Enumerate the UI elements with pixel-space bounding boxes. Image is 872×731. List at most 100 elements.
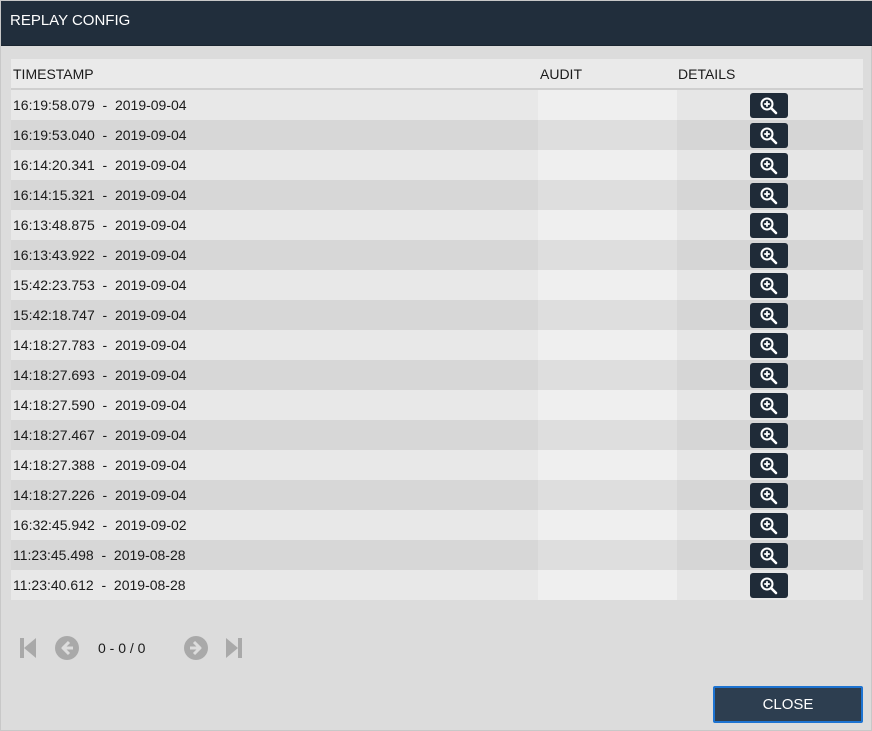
details-button[interactable] bbox=[750, 183, 788, 208]
audit-cell bbox=[538, 180, 677, 210]
audit-cell bbox=[538, 450, 677, 480]
details-cell bbox=[677, 210, 863, 240]
replay-table: TIMESTAMP AUDIT DETAILS 16:19:58.079 - 2… bbox=[11, 59, 863, 600]
timestamp-cell: 16:13:43.922 - 2019-09-04 bbox=[13, 247, 187, 263]
details-button[interactable] bbox=[750, 213, 788, 238]
table-row[interactable]: 14:18:27.388 - 2019-09-04 bbox=[11, 450, 863, 480]
timestamp-cell: 16:13:48.875 - 2019-09-04 bbox=[13, 217, 187, 233]
details-cell bbox=[677, 450, 863, 480]
zoom-in-icon bbox=[759, 156, 779, 176]
audit-cell bbox=[538, 360, 677, 390]
audit-cell bbox=[538, 510, 677, 540]
timestamp-cell: 14:18:27.467 - 2019-09-04 bbox=[13, 427, 187, 443]
zoom-in-icon bbox=[759, 366, 779, 386]
zoom-in-icon bbox=[759, 486, 779, 506]
audit-cell bbox=[538, 150, 677, 180]
details-cell bbox=[677, 120, 863, 150]
zoom-in-icon bbox=[759, 306, 779, 326]
table-row[interactable]: 16:14:20.341 - 2019-09-04 bbox=[11, 150, 863, 180]
details-button[interactable] bbox=[750, 273, 788, 298]
audit-cell bbox=[538, 420, 677, 450]
table-row[interactable]: 11:23:40.612 - 2019-08-28 bbox=[11, 570, 863, 600]
details-cell bbox=[677, 270, 863, 300]
details-button[interactable] bbox=[750, 453, 788, 478]
table-row[interactable]: 15:42:23.753 - 2019-09-04 bbox=[11, 270, 863, 300]
timestamp-cell: 16:14:20.341 - 2019-09-04 bbox=[13, 157, 187, 173]
details-cell bbox=[677, 150, 863, 180]
table-row[interactable]: 16:13:48.875 - 2019-09-04 bbox=[11, 210, 863, 240]
audit-cell bbox=[538, 270, 677, 300]
zoom-in-icon bbox=[759, 126, 779, 146]
table-row[interactable]: 16:14:15.321 - 2019-09-04 bbox=[11, 180, 863, 210]
details-button[interactable] bbox=[750, 393, 788, 418]
column-header-details[interactable]: DETAILS bbox=[678, 59, 735, 89]
first-page-icon[interactable] bbox=[19, 636, 37, 665]
table-row[interactable]: 15:42:18.747 - 2019-09-04 bbox=[11, 300, 863, 330]
timestamp-cell: 14:18:27.226 - 2019-09-04 bbox=[13, 487, 187, 503]
audit-cell bbox=[538, 480, 677, 510]
audit-cell bbox=[538, 210, 677, 240]
column-header-timestamp[interactable]: TIMESTAMP bbox=[13, 59, 94, 89]
table-body: 16:19:58.079 - 2019-09-04 16:19:53.040 - … bbox=[11, 90, 863, 600]
details-cell bbox=[677, 360, 863, 390]
details-cell bbox=[677, 510, 863, 540]
details-button[interactable] bbox=[750, 153, 788, 178]
zoom-in-icon bbox=[759, 336, 779, 356]
table-row[interactable]: 11:23:45.498 - 2019-08-28 bbox=[11, 540, 863, 570]
zoom-in-icon bbox=[759, 516, 779, 536]
details-cell bbox=[677, 330, 863, 360]
timestamp-cell: 16:14:15.321 - 2019-09-04 bbox=[13, 187, 187, 203]
timestamp-cell: 15:42:23.753 - 2019-09-04 bbox=[13, 277, 187, 293]
timestamp-cell: 11:23:45.498 - 2019-08-28 bbox=[13, 547, 186, 563]
table-row[interactable]: 16:32:45.942 - 2019-09-02 bbox=[11, 510, 863, 540]
zoom-in-icon bbox=[759, 96, 779, 116]
details-button[interactable] bbox=[750, 573, 788, 598]
details-button[interactable] bbox=[750, 513, 788, 538]
timestamp-cell: 14:18:27.783 - 2019-09-04 bbox=[13, 337, 187, 353]
timestamp-cell: 16:32:45.942 - 2019-09-02 bbox=[13, 517, 187, 533]
replay-config-dialog: REPLAY CONFIG TIMESTAMP AUDIT DETAILS 16… bbox=[0, 0, 872, 731]
next-page-icon[interactable] bbox=[183, 635, 209, 666]
zoom-in-icon bbox=[759, 576, 779, 596]
audit-cell bbox=[538, 90, 677, 120]
details-button[interactable] bbox=[750, 543, 788, 568]
audit-cell bbox=[538, 120, 677, 150]
details-button[interactable] bbox=[750, 483, 788, 508]
table-row[interactable]: 14:18:27.467 - 2019-09-04 bbox=[11, 420, 863, 450]
details-cell bbox=[677, 180, 863, 210]
details-button[interactable] bbox=[750, 123, 788, 148]
details-button[interactable] bbox=[750, 303, 788, 328]
table-row[interactable]: 14:18:27.693 - 2019-09-04 bbox=[11, 360, 863, 390]
table-header: TIMESTAMP AUDIT DETAILS bbox=[11, 59, 863, 90]
audit-cell bbox=[538, 300, 677, 330]
zoom-in-icon bbox=[759, 186, 779, 206]
zoom-in-icon bbox=[759, 426, 779, 446]
timestamp-cell: 14:18:27.388 - 2019-09-04 bbox=[13, 457, 187, 473]
table-row[interactable]: 16:13:43.922 - 2019-09-04 bbox=[11, 240, 863, 270]
audit-cell bbox=[538, 390, 677, 420]
details-cell bbox=[677, 300, 863, 330]
table-row[interactable]: 14:18:27.590 - 2019-09-04 bbox=[11, 390, 863, 420]
details-button[interactable] bbox=[750, 363, 788, 388]
table-row[interactable]: 14:18:27.226 - 2019-09-04 bbox=[11, 480, 863, 510]
timestamp-cell: 15:42:18.747 - 2019-09-04 bbox=[13, 307, 187, 323]
close-button[interactable]: CLOSE bbox=[713, 686, 863, 723]
last-page-icon[interactable] bbox=[225, 636, 243, 665]
details-button[interactable] bbox=[750, 423, 788, 448]
table-row[interactable]: 16:19:58.079 - 2019-09-04 bbox=[11, 90, 863, 120]
timestamp-cell: 16:19:58.079 - 2019-09-04 bbox=[13, 97, 187, 113]
prev-page-icon[interactable] bbox=[54, 635, 80, 666]
details-cell bbox=[677, 570, 863, 600]
table-row[interactable]: 14:18:27.783 - 2019-09-04 bbox=[11, 330, 863, 360]
table-row[interactable]: 16:19:53.040 - 2019-09-04 bbox=[11, 120, 863, 150]
timestamp-cell: 11:23:40.612 - 2019-08-28 bbox=[13, 577, 186, 593]
zoom-in-icon bbox=[759, 546, 779, 566]
column-header-audit[interactable]: AUDIT bbox=[540, 59, 582, 89]
details-cell bbox=[677, 390, 863, 420]
details-cell bbox=[677, 480, 863, 510]
audit-cell bbox=[538, 240, 677, 270]
details-button[interactable] bbox=[750, 333, 788, 358]
details-button[interactable] bbox=[750, 93, 788, 118]
dialog-title: REPLAY CONFIG bbox=[1, 1, 872, 46]
details-button[interactable] bbox=[750, 243, 788, 268]
